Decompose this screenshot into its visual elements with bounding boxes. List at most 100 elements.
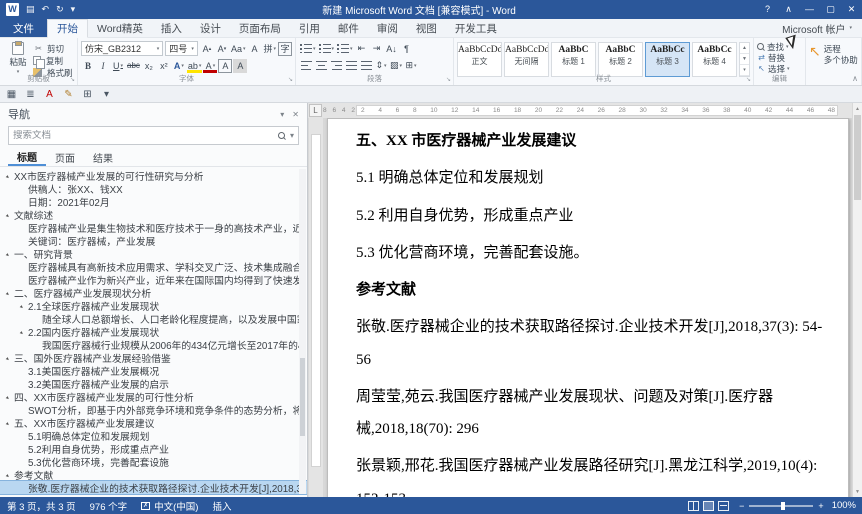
help-icon[interactable]: ? (757, 0, 778, 19)
nav-item[interactable]: 我国医疗器械行业规模从2006年的434亿元增长至2017年的4425亿元，年均… (0, 338, 307, 351)
ribbon-tab[interactable]: 审阅 (368, 19, 407, 37)
remote-assist-button[interactable]: ↖ 远程多个协助 (809, 40, 858, 66)
web-layout-button[interactable] (718, 501, 729, 511)
zoom-level[interactable]: 100% (832, 500, 862, 511)
font-dialog-launcher-icon[interactable]: ↘ (288, 76, 293, 83)
zoom-in-icon[interactable]: + (818, 501, 823, 511)
minimize-icon[interactable]: — (799, 0, 820, 19)
ribbon-tab[interactable]: 邮件 (329, 19, 368, 37)
search-input[interactable] (13, 130, 274, 141)
borders-button[interactable]: ⊞▾ (404, 59, 418, 73)
horizontal-ruler[interactable]: 8642 24681012141618202224262830323436384… (308, 103, 852, 118)
view-grid-icon[interactable]: ▦ (4, 87, 19, 101)
qat-repeat-icon[interactable]: ↻ (56, 5, 64, 14)
qat-word-icon[interactable]: W (6, 3, 19, 16)
nav-scrollbar-thumb[interactable] (300, 358, 305, 436)
clipboard-dialog-launcher-icon[interactable]: ↘ (70, 76, 75, 83)
account-menu[interactable]: Microsoft 帐户 ▾ (772, 19, 862, 37)
sort-button[interactable]: A↓ (385, 42, 399, 56)
nav-item[interactable]: 5.2利用自身优势，形成重点产业 (0, 442, 307, 455)
decrease-indent-button[interactable]: ⇤ (355, 42, 369, 56)
nav-item[interactable]: ▼三、国外医疗器械产业发展经验借鉴 (0, 351, 307, 364)
read-mode-button[interactable] (688, 501, 699, 511)
nav-item[interactable]: ▼五、XX市医疗器械产业发展建议 (0, 416, 307, 429)
styles-dialog-launcher-icon[interactable]: ↘ (746, 76, 751, 83)
nav-item[interactable]: ▼四、XX市医疗器械产业发展的可行性分析 (0, 390, 307, 403)
style-card[interactable]: AaBbCc标题 3 (645, 42, 690, 77)
align-center-button[interactable] (314, 59, 328, 73)
paste-button[interactable]: 粘贴 ▾ (3, 40, 33, 75)
ribbon-tab[interactable]: 开发工具 (446, 19, 506, 37)
nav-item[interactable]: ▼参考文献 (0, 468, 307, 481)
collapse-ribbon-icon[interactable]: ∧ (852, 74, 858, 83)
nav-item[interactable]: 日期：2021年02月 (0, 195, 307, 208)
distribute-button[interactable] (359, 59, 373, 73)
ribbon-tab[interactable]: 引用 (290, 19, 329, 37)
nav-item[interactable]: 供稿人：张XX、钱XX (0, 182, 307, 195)
edit-pen-icon[interactable]: ✎ (61, 87, 76, 101)
more-dropdown-icon[interactable]: ▾ (99, 87, 114, 101)
show-marks-button[interactable]: ¶ (400, 42, 414, 56)
nav-item[interactable]: ▼二、医疗器械产业发展现状分析 (0, 286, 307, 299)
ribbon-tab[interactable]: Word精英 (88, 19, 152, 37)
style-card[interactable]: AaBbC标题 1 (551, 42, 596, 77)
nav-item[interactable]: 医疗器械具有高新技术应用需求、学科交叉广泛、技术集成融合等特点，是一个... (0, 260, 307, 273)
style-card[interactable]: AaBbCcDd无间隔 (504, 42, 549, 77)
insert-mode-indicator[interactable]: 插入 (205, 497, 238, 514)
copy-button[interactable]: 复制 (33, 55, 73, 66)
superscript-button[interactable]: x² (157, 59, 171, 73)
qat-undo-icon[interactable]: ↶ (42, 5, 50, 14)
vertical-ruler[interactable] (309, 118, 323, 497)
document-page[interactable]: 五、XX 市医疗器械产业发展建议 5.1 明确总体定位和发展规划 5.2 利用自身优… (327, 118, 849, 497)
close-icon[interactable]: ✕ (841, 0, 862, 19)
style-card[interactable]: AaBbC标题 2 (598, 42, 643, 77)
nav-item[interactable]: SWOT分析，即基于内外部竞争环境和竞争条件的态势分析，将与研究对象密切相关..… (0, 403, 307, 416)
language-indicator[interactable]: ✗中文(中国) (134, 497, 205, 514)
multilevel-list-button[interactable]: ▾ (336, 42, 354, 56)
bullets-button[interactable]: ▾ (299, 42, 317, 56)
paragraph[interactable]: 5.2 利用自身优势，形成重点产业 (356, 200, 828, 232)
font-color-button[interactable]: A▾ (203, 59, 217, 73)
scroll-down-icon[interactable]: ▼ (853, 486, 862, 497)
nav-item[interactable]: 3.2美国医疗器械产业发展的启示 (0, 377, 307, 390)
paragraph[interactable]: 参考文献 (356, 274, 828, 306)
nav-item[interactable]: ▼2.2国内医疗器械产业发展现状 (0, 325, 307, 338)
underline-button[interactable]: U▾ (111, 59, 125, 73)
phonetic-guide-button[interactable]: 拼▾ (262, 42, 277, 56)
ribbon-tab[interactable]: 页面布局 (230, 19, 290, 37)
table-icon[interactable]: ⊞ (80, 87, 95, 101)
paragraph[interactable]: 张景颖,邢花.我国医疗器械产业发展路径研究[J].黑龙江科学,2019,10(4… (356, 450, 828, 497)
paragraph[interactable]: 周莹莹,苑云.我国医疗器械产业发展现状、问题及对策[J].医疗器械,2018,1… (356, 381, 828, 446)
paragraph[interactable]: 5.1 明确总体定位和发展规划 (356, 162, 828, 194)
tab-stop-selector[interactable]: L (309, 104, 322, 117)
word-count[interactable]: 976 个字 (83, 497, 135, 514)
ribbon-tab[interactable]: 开始 (47, 19, 88, 38)
zoom-slider[interactable] (749, 505, 813, 507)
align-right-button[interactable] (329, 59, 343, 73)
font-color-icon[interactable]: A (42, 87, 57, 101)
nav-tab[interactable]: 页面 (46, 148, 84, 166)
nav-item[interactable]: 随全球人口总额增长、人口老龄化程度提高，以及发展中国家经济增长、长期来... (0, 312, 307, 325)
strikethrough-button[interactable]: abc (126, 59, 141, 73)
ribbon-tab[interactable]: 文件 (0, 19, 47, 37)
nav-item[interactable]: ▼2.1全球医疗器械产业发展现状 (0, 299, 307, 312)
italic-button[interactable]: I (96, 59, 110, 73)
bold-button[interactable]: B (81, 59, 95, 73)
maximize-icon[interactable]: ▢ (820, 0, 841, 19)
justify-button[interactable] (344, 59, 358, 73)
cut-button[interactable]: ✂剪切 (33, 43, 73, 54)
ribbon-display-icon[interactable]: ∧ (778, 0, 799, 19)
increase-indent-button[interactable]: ⇥ (370, 42, 384, 56)
nav-scrollbar[interactable] (299, 169, 306, 494)
paragraph[interactable]: 五、XX 市医疗器械产业发展建议 (356, 125, 828, 157)
char-shading-button[interactable]: A (233, 59, 247, 73)
zoom-out-icon[interactable]: − (739, 501, 744, 511)
numbering-button[interactable]: ▾ (318, 42, 336, 56)
nav-tab[interactable]: 结果 (84, 148, 122, 166)
subscript-button[interactable]: x₂ (142, 59, 156, 73)
style-card[interactable]: AaBbCcDd正文 (457, 42, 502, 77)
nav-close-icon[interactable]: ✕ (292, 110, 299, 119)
nav-item[interactable]: ▼文献综述 (0, 208, 307, 221)
font-size-combo[interactable]: 四号▾ (165, 41, 198, 56)
style-card[interactable]: AaBbCc标题 4 (692, 42, 737, 77)
